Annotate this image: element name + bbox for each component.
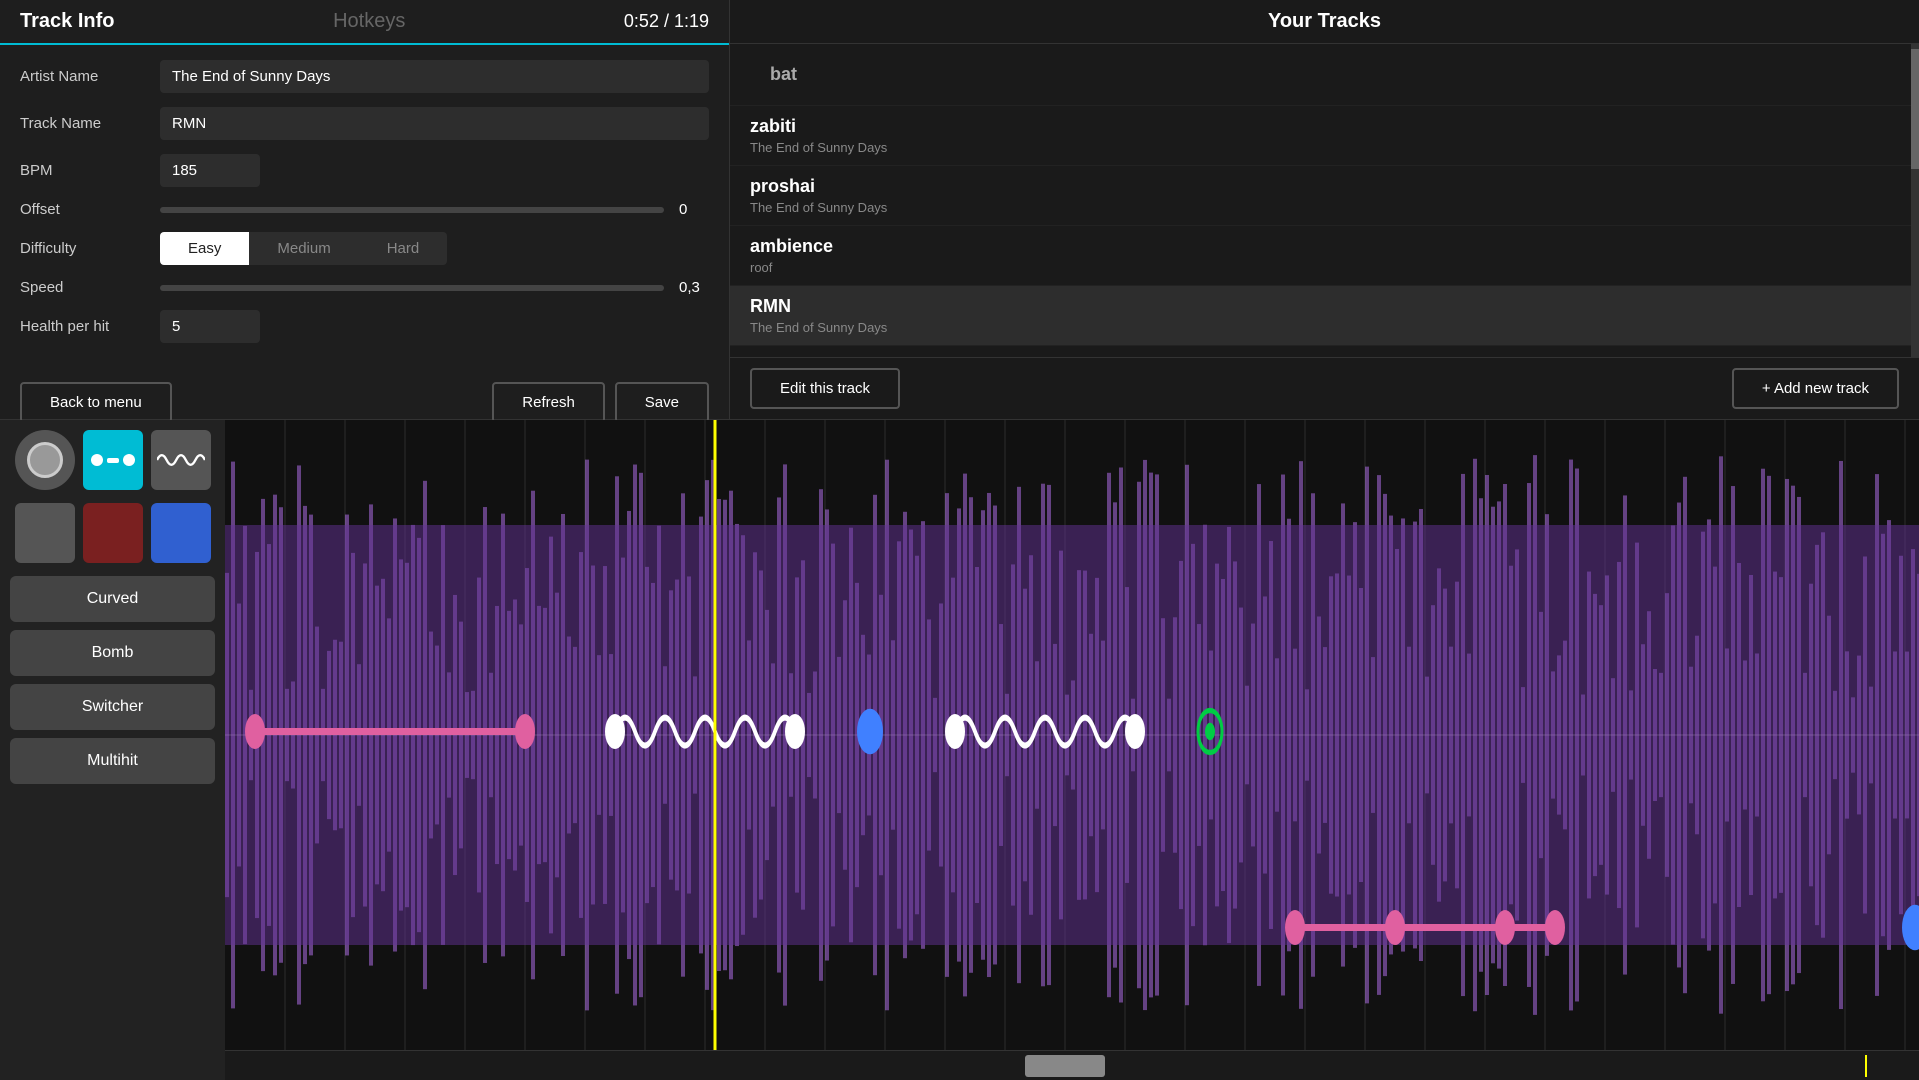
health-label: Health per hit xyxy=(20,318,160,335)
track-artist-zabiti: The End of Sunny Days xyxy=(750,140,1891,155)
speed-slider[interactable] xyxy=(160,285,664,291)
speed-row: Speed 0,3 xyxy=(20,279,709,296)
track-info-header: Track Info Hotkeys 0:52 / 1:19 xyxy=(0,0,729,45)
difficulty-easy-button[interactable]: Easy xyxy=(160,232,249,265)
track-name-row: Track Name xyxy=(20,107,709,140)
track-form: Artist Name Track Name BPM Offset 0 xyxy=(0,45,729,372)
note-blue-1[interactable] xyxy=(857,709,883,755)
track-item-proshai[interactable]: proshai The End of Sunny Days xyxy=(730,166,1911,226)
note-types-row xyxy=(10,430,215,490)
waveform-container: // Will be generated dynamically below xyxy=(225,420,1919,1050)
color-blue-button[interactable] xyxy=(151,503,211,563)
multihit-tool-button[interactable]: Multihit xyxy=(10,738,215,784)
track-name-bat: bat xyxy=(750,54,1891,95)
note-pink-end-1[interactable] xyxy=(515,714,535,749)
health-input[interactable] xyxy=(160,310,260,343)
difficulty-hard-button[interactable]: Hard xyxy=(359,232,448,265)
color-row xyxy=(10,503,215,563)
time-display: 0:52 / 1:19 xyxy=(624,11,709,32)
track-item-ambience[interactable]: ambience roof xyxy=(730,226,1911,286)
difficulty-label: Difficulty xyxy=(20,240,160,257)
note-type-slider[interactable] xyxy=(83,430,143,490)
difficulty-medium-button[interactable]: Medium xyxy=(249,232,358,265)
color-darkred-button[interactable] xyxy=(83,503,143,563)
scrollbar-playhead xyxy=(1865,1055,1867,1077)
refresh-button[interactable]: Refresh xyxy=(492,382,605,423)
artist-name-row: Artist Name xyxy=(20,60,709,93)
bomb-tool-button[interactable]: Bomb xyxy=(10,630,215,676)
tracks-actions: Edit this track + Add new track xyxy=(730,357,1919,419)
track-name-input[interactable] xyxy=(160,107,709,140)
hotkeys-tab[interactable]: Hotkeys xyxy=(333,10,405,33)
note-type-wave[interactable] xyxy=(151,430,211,490)
bpm-input[interactable] xyxy=(160,154,260,187)
save-button[interactable]: Save xyxy=(615,382,709,423)
track-item-rmn[interactable]: RMN The End of Sunny Days xyxy=(730,286,1911,346)
tracks-list-wrapper: bat zabiti The End of Sunny Days proshai… xyxy=(730,44,1919,357)
note-white-end-2[interactable] xyxy=(1125,714,1145,749)
scrollbar-thumb[interactable] xyxy=(1025,1055,1105,1077)
speed-label: Speed xyxy=(20,279,160,296)
artist-name-label: Artist Name xyxy=(20,68,160,85)
track-artist-rmn: The End of Sunny Days xyxy=(750,320,1891,335)
track-artist-ambience: roof xyxy=(750,260,1891,275)
track-name-rmn: RMN xyxy=(750,296,1891,317)
offset-row: Offset 0 xyxy=(20,201,709,218)
tracks-list: bat zabiti The End of Sunny Days proshai… xyxy=(730,44,1911,357)
timeline-scrollbar[interactable] xyxy=(225,1050,1919,1080)
color-gray-button[interactable] xyxy=(15,503,75,563)
editor-area[interactable]: // Will be generated dynamically below xyxy=(225,420,1919,1080)
edit-track-button[interactable]: Edit this track xyxy=(750,368,900,409)
note-type-circle[interactable] xyxy=(15,430,75,490)
tracks-scrollbar[interactable] xyxy=(1911,44,1919,357)
track-name-proshai: proshai xyxy=(750,176,1891,197)
difficulty-row: Difficulty Easy Medium Hard xyxy=(20,232,709,265)
track-item-bat[interactable]: bat xyxy=(730,44,1911,106)
bpm-row: BPM xyxy=(20,154,709,187)
offset-slider[interactable] xyxy=(160,207,664,213)
curved-tool-button[interactable]: Curved xyxy=(10,576,215,622)
track-info-section: Track Info Hotkeys 0:52 / 1:19 Artist Na… xyxy=(0,0,730,419)
difficulty-group: Easy Medium Hard xyxy=(160,232,447,265)
track-name-label: Track Name xyxy=(20,115,160,132)
your-tracks-section: Your Tracks bat zabiti The End of Sunny … xyxy=(730,0,1919,419)
back-to-menu-button[interactable]: Back to menu xyxy=(20,382,172,423)
note-white-end-1[interactable] xyxy=(785,714,805,749)
note-green-inner-1 xyxy=(1205,723,1215,741)
speed-value: 0,3 xyxy=(679,279,709,296)
tools-panel: Curved Bomb Switcher Multihit xyxy=(0,420,225,1080)
track-artist-proshai: The End of Sunny Days xyxy=(750,200,1891,215)
track-name-ambience: ambience xyxy=(750,236,1891,257)
track-name-zabiti: zabiti xyxy=(750,116,1891,137)
track-info-title: Track Info xyxy=(20,10,114,33)
offset-value: 0 xyxy=(679,201,709,218)
health-row: Health per hit xyxy=(20,310,709,343)
artist-name-input[interactable] xyxy=(160,60,709,93)
waveform-svg: // Will be generated dynamically below xyxy=(225,420,1919,1050)
add-new-track-button[interactable]: + Add new track xyxy=(1732,368,1899,409)
track-item-zabiti[interactable]: zabiti The End of Sunny Days xyxy=(730,106,1911,166)
switcher-tool-button[interactable]: Switcher xyxy=(10,684,215,730)
editor-panel: Curved Bomb Switcher Multihit // Will be… xyxy=(0,420,1919,1080)
offset-label: Offset xyxy=(20,201,160,218)
tracks-scrollbar-thumb[interactable] xyxy=(1911,49,1919,169)
note-pink-end-2[interactable] xyxy=(1545,910,1565,945)
bpm-label: BPM xyxy=(20,162,160,179)
your-tracks-title: Your Tracks xyxy=(730,0,1919,44)
